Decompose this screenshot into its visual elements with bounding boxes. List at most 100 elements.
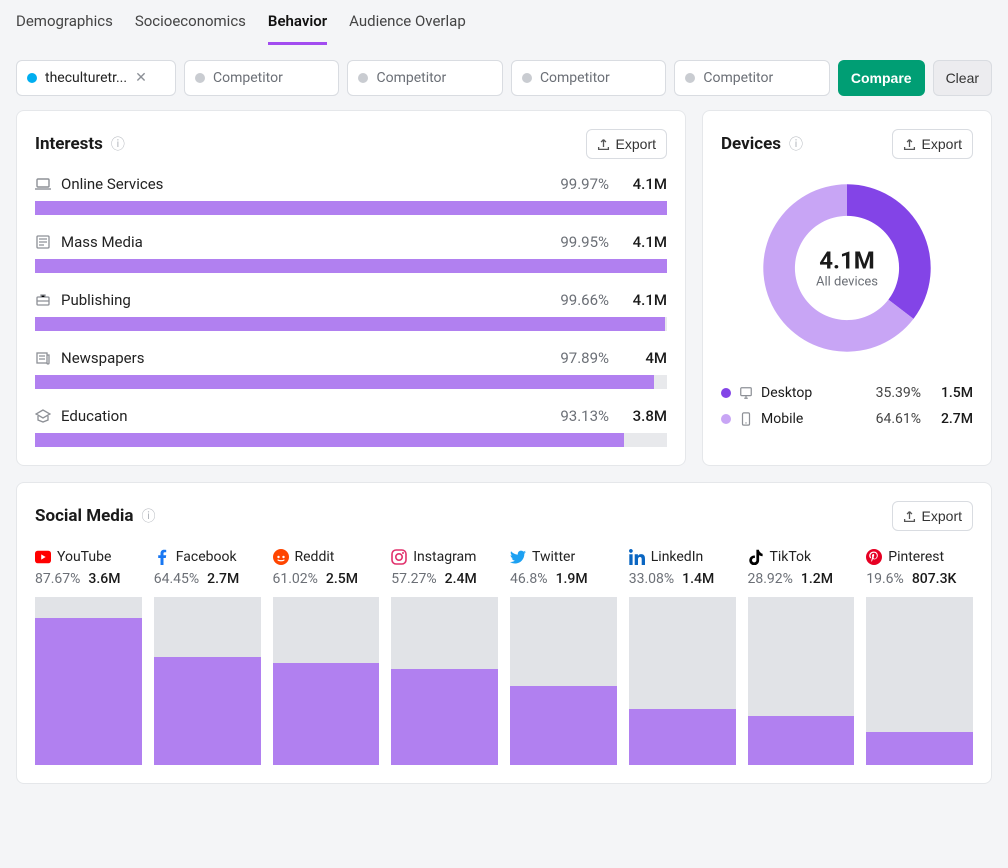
donut-value: 4.1M [816,247,878,275]
interest-name: Publishing [61,291,529,309]
social-bar-fill [629,709,736,765]
interest-pct: 99.95% [539,233,609,251]
interest-row: Mass Media 99.95% 4.1M [35,233,667,273]
social-name: YouTube [57,549,111,565]
legend-dot-icon [721,388,731,398]
info-icon[interactable]: ⓘ [141,506,155,526]
devices-card: Devices ⓘ Export 4.1M All devices Deskto… [702,110,992,466]
interest-bar [35,317,667,331]
interest-count: 4.1M [619,291,667,309]
newspaper-icon [35,350,51,366]
youtube-icon [35,549,51,565]
device-count: 1.5M [929,385,973,401]
social-bar [510,597,617,765]
tab-behavior[interactable]: Behavior [268,12,327,45]
competitor-placeholder: Competitor [213,70,283,86]
social-count: 2.7M [207,571,239,587]
interests-card: Interests ⓘ Export Online Services 99.97… [16,110,686,466]
tab-socioeconomics[interactable]: Socioeconomics [135,12,246,45]
interests-title: Interests [35,134,103,154]
clear-button[interactable]: Clear [933,60,992,96]
info-icon[interactable]: ⓘ [111,134,125,154]
social-count: 2.5M [326,571,358,587]
dot-icon [685,73,695,83]
social-count: 2.4M [445,571,477,587]
interest-count: 4.1M [619,233,667,251]
compare-button[interactable]: Compare [838,60,925,96]
social-bar [748,597,855,765]
interest-name: Mass Media [61,233,529,251]
interest-bar-fill [35,259,667,273]
competitor-input[interactable]: Competitor [511,60,666,96]
education-icon [35,408,51,424]
competitor-input[interactable]: Competitor [184,60,339,96]
social-name: Reddit [295,549,335,565]
interest-row: Publishing 99.66% 4.1M [35,291,667,331]
device-count: 2.7M [929,411,973,427]
mobile-icon [739,412,753,426]
interest-name: Online Services [61,175,529,193]
interest-count: 4M [619,349,667,367]
interest-bar [35,433,667,447]
social-bar-fill [748,716,855,765]
social-pct: 33.08% [629,571,674,587]
export-icon [597,138,610,151]
social-bar [273,597,380,765]
competitor-placeholder: Competitor [703,70,773,86]
social-name: Pinterest [888,549,944,565]
interest-pct: 93.13% [539,407,609,425]
social-bar-fill [273,663,380,766]
interest-pct: 99.66% [539,291,609,309]
interest-bar-fill [35,375,654,389]
remove-site-icon[interactable]: ✕ [135,70,147,86]
interest-bar [35,201,667,215]
interest-pct: 99.97% [539,175,609,193]
export-social-button[interactable]: Export [892,501,973,531]
export-icon [903,510,916,523]
competitor-input[interactable]: Competitor [674,60,829,96]
briefcase-icon [35,292,51,308]
tab-audience-overlap[interactable]: Audience Overlap [349,12,466,45]
social-media-card: Social Media ⓘ Export YouTube 87.67% 3.6… [16,482,992,784]
site-chip[interactable]: theculturetr... ✕ [16,60,176,96]
reddit-icon [273,549,289,565]
device-pct: 64.61% [859,411,921,427]
interest-count: 4.1M [619,175,667,193]
export-interests-button[interactable]: Export [586,129,667,159]
social-name: Twitter [532,549,575,565]
social-column: Twitter 46.8% 1.9M [510,547,617,765]
competitor-placeholder: Competitor [540,70,610,86]
tab-demographics[interactable]: Demographics [16,12,113,45]
competitor-placeholder: Competitor [376,70,446,86]
export-devices-button[interactable]: Export [892,129,973,159]
facebook-icon [154,549,170,565]
social-bar [391,597,498,765]
devices-title: Devices [721,134,781,154]
device-name: Mobile [761,411,851,427]
device-pct: 35.39% [859,385,921,401]
social-bar [35,597,142,765]
info-icon[interactable]: ⓘ [789,134,803,154]
social-bar [154,597,261,765]
social-bar-fill [154,657,261,765]
social-column: Reddit 61.02% 2.5M [273,547,380,765]
interest-row: Online Services 99.97% 4.1M [35,175,667,215]
social-count: 1.4M [682,571,714,587]
tiktok-icon [748,549,764,565]
instagram-icon [391,549,407,565]
competitor-input[interactable]: Competitor [347,60,502,96]
pinterest-icon [866,549,882,565]
interest-row: Newspapers 97.89% 4M [35,349,667,389]
social-column: LinkedIn 33.08% 1.4M [629,547,736,765]
device-name: Desktop [761,385,851,401]
dot-icon [358,73,368,83]
export-label: Export [616,136,656,152]
social-column: Instagram 57.27% 2.4M [391,547,498,765]
competitor-row: theculturetr... ✕ Competitor Competitor … [16,46,992,110]
social-count: 1.2M [801,571,833,587]
interest-bar [35,259,667,273]
social-column: Facebook 64.45% 2.7M [154,547,261,765]
social-count: 807.3K [912,571,957,587]
social-count: 3.6M [88,571,120,587]
social-pct: 28.92% [748,571,793,587]
